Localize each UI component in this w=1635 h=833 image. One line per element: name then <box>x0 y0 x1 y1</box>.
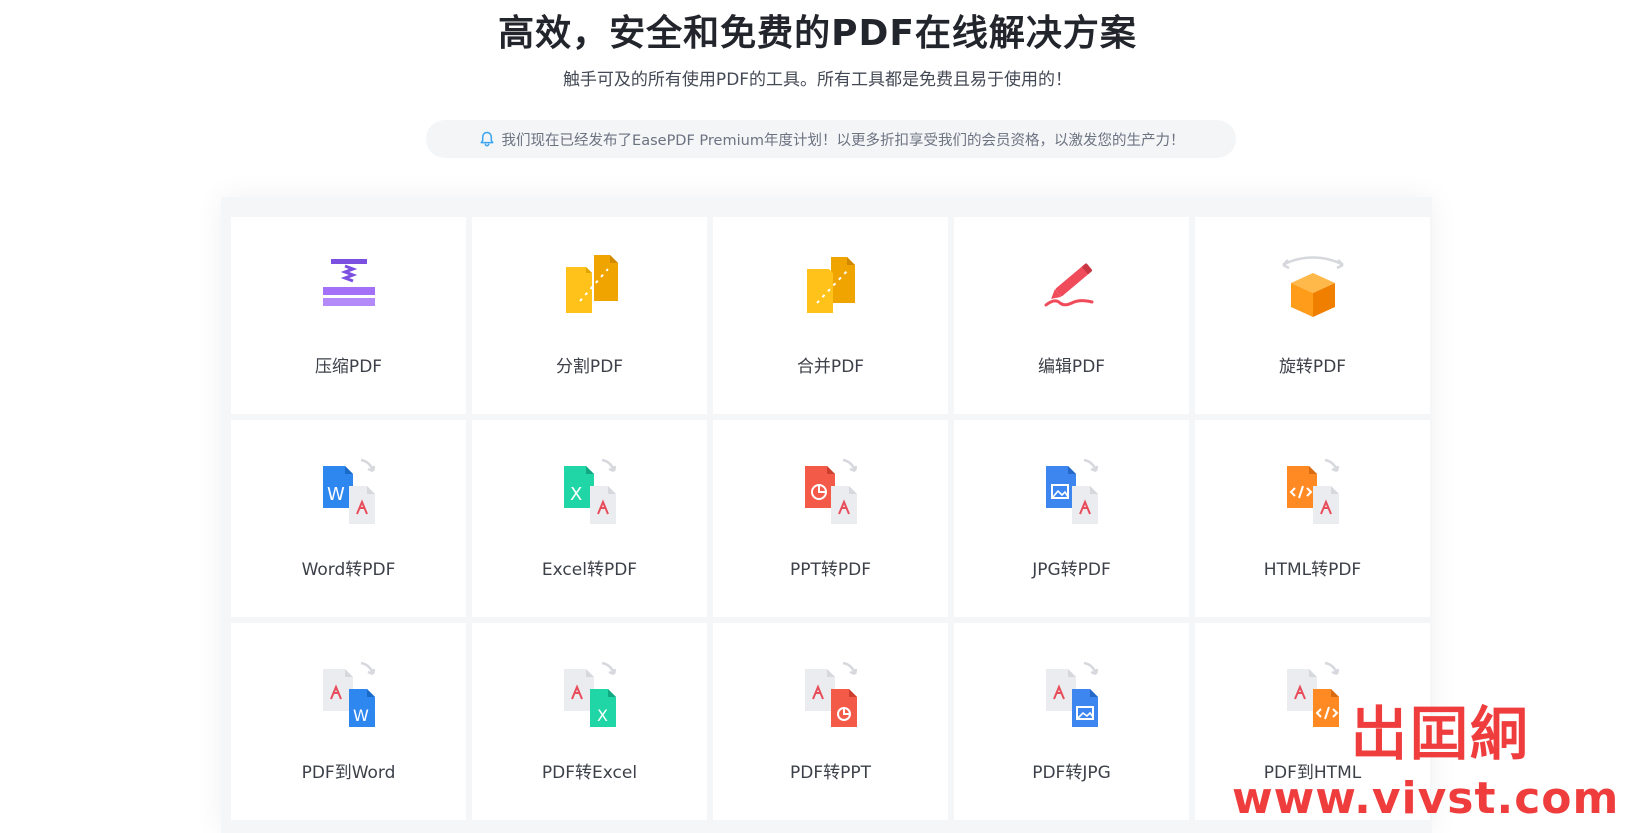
merge-icon <box>791 245 871 325</box>
tool-label: Excel转PDF <box>541 560 638 580</box>
tool-label: PPT转PDF <box>789 560 871 580</box>
tool-label: PDF转PPT <box>789 763 871 783</box>
tool-word-to-pdf[interactable]: W Word转PDF <box>231 420 466 617</box>
excel-to-pdf-icon: X <box>550 448 630 528</box>
tool-excel-to-pdf[interactable]: X Excel转PDF <box>472 420 707 617</box>
tool-label: PDF转Excel <box>541 763 638 783</box>
pdf-to-html-icon <box>1273 651 1353 731</box>
tool-ppt-to-pdf[interactable]: PPT转PDF <box>713 420 948 617</box>
svg-text:X: X <box>597 706 608 725</box>
tool-label: PDF到HTML <box>1263 763 1362 783</box>
tool-compress-pdf[interactable]: 压缩PDF <box>231 217 466 414</box>
tools-grid: 压缩PDF 分割PDF 合并PDF 编辑PDF 旋转PDF W Word转PDF… <box>231 217 1430 820</box>
pdf-to-excel-icon: X <box>550 651 630 731</box>
tool-merge-pdf[interactable]: 合并PDF <box>713 217 948 414</box>
tool-label: 压缩PDF <box>314 357 383 377</box>
tool-pdf-to-ppt[interactable]: PDF转PPT <box>713 623 948 820</box>
svg-text:W: W <box>327 484 345 505</box>
ppt-to-pdf-icon <box>791 448 871 528</box>
tool-jpg-to-pdf[interactable]: JPG转PDF <box>954 420 1189 617</box>
tool-label: Word转PDF <box>301 560 396 580</box>
pdf-to-ppt-icon <box>791 651 871 731</box>
page-subtitle: 触手可及的所有使用PDF的工具。所有工具都是免费且易于使用的！ <box>562 70 1073 90</box>
tool-label: JPG转PDF <box>1032 560 1111 580</box>
tool-label: PDF转JPG <box>1032 763 1111 783</box>
page-title: 高效，安全和免费的PDF在线解决方案 <box>498 13 1137 54</box>
tool-pdf-to-word[interactable]: W PDF到Word <box>231 623 466 820</box>
pdf-to-word-icon: W <box>309 651 389 731</box>
tool-split-pdf[interactable]: 分割PDF <box>472 217 707 414</box>
tool-pdf-to-jpg[interactable]: PDF转JPG <box>954 623 1189 820</box>
tool-label: 编辑PDF <box>1037 357 1106 377</box>
page: 高效，安全和免费的PDF在线解决方案 触手可及的所有使用PDF的工具。所有工具都… <box>0 0 1635 833</box>
tool-label: HTML转PDF <box>1263 560 1362 580</box>
compress-icon <box>309 245 389 325</box>
rotate-cube-icon <box>1273 245 1353 325</box>
bell-icon <box>478 130 496 148</box>
pdf-to-jpg-icon <box>1032 651 1112 731</box>
announcement-text: 我们现在已经发布了EasePDF Premium年度计划！以更多折扣享受我们的会… <box>501 132 1185 149</box>
svg-text:X: X <box>570 484 582 505</box>
html-to-pdf-icon <box>1273 448 1353 528</box>
premium-announcement-banner[interactable]: 我们现在已经发布了EasePDF Premium年度计划！以更多折扣享受我们的会… <box>426 120 1236 158</box>
tools-panel: 压缩PDF 分割PDF 合并PDF 编辑PDF 旋转PDF W Word转PDF… <box>221 197 1432 833</box>
svg-text:W: W <box>353 706 369 725</box>
split-icon <box>550 245 630 325</box>
tool-label: PDF到Word <box>301 763 396 783</box>
tool-edit-pdf[interactable]: 编辑PDF <box>954 217 1189 414</box>
tool-rotate-pdf[interactable]: 旋转PDF <box>1195 217 1430 414</box>
jpg-to-pdf-icon <box>1032 448 1112 528</box>
tool-label: 旋转PDF <box>1278 357 1347 377</box>
tool-pdf-to-excel[interactable]: X PDF转Excel <box>472 623 707 820</box>
tool-pdf-to-html[interactable]: PDF到HTML <box>1195 623 1430 820</box>
tool-label: 分割PDF <box>555 357 624 377</box>
word-to-pdf-icon: W <box>309 448 389 528</box>
tool-html-to-pdf[interactable]: HTML转PDF <box>1195 420 1430 617</box>
tool-label: 合并PDF <box>796 357 865 377</box>
edit-pencil-icon <box>1032 245 1112 325</box>
